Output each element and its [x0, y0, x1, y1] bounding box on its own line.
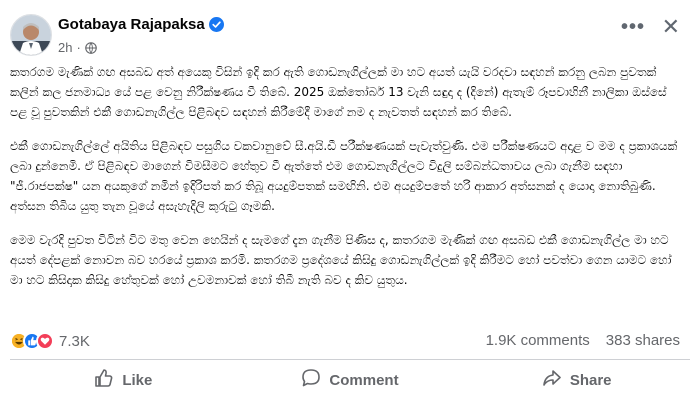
post-paragraph: කතරගම මැණික් ගඟ අසබඩ අත් අයෙකු විසින් ඉද… [10, 65, 667, 119]
thumbs-up-icon [94, 368, 114, 392]
more-options-icon[interactable]: ••• [621, 16, 645, 39]
shares-count[interactable]: 383 shares [606, 332, 680, 349]
comment-button[interactable]: Comment [237, 362, 464, 398]
author-avatar[interactable] [10, 14, 52, 56]
post-card: Gotabaya Rajapaksa 2h · ••• ✕ කතරගම මැණි… [0, 0, 700, 400]
share-label: Share [569, 371, 612, 389]
comment-bubble-icon [301, 368, 321, 392]
action-bar: Like Comment Share [10, 362, 690, 398]
author-name[interactable]: Gotabaya Rajapaksa [58, 16, 205, 33]
public-globe-icon [85, 41, 97, 54]
meta-separator: · [76, 40, 81, 55]
post-header: Gotabaya Rajapaksa 2h · ••• ✕ [10, 14, 700, 60]
share-button[interactable]: Share [463, 362, 690, 398]
reactions-summary: 7.3K 1.9K comments 383 shares [10, 330, 690, 354]
post-meta: 2h · [58, 40, 97, 55]
like-button[interactable]: Like [10, 362, 237, 398]
verified-badge-icon [208, 17, 224, 32]
love-icon [36, 332, 54, 350]
divider [10, 359, 690, 360]
author-name-row: Gotabaya Rajapaksa [58, 16, 224, 33]
post-paragraph: මෙම වැරදි පුවත විටින් විට මතු වෙන හෙයින්… [10, 233, 672, 287]
comment-label: Comment [329, 371, 399, 389]
share-arrow-icon [542, 368, 562, 392]
close-icon[interactable]: ✕ [662, 14, 680, 40]
engagement-counts: 1.9K comments 383 shares [486, 332, 680, 349]
post-time[interactable]: 2h [58, 40, 72, 55]
comments-count[interactable]: 1.9K comments [486, 332, 590, 349]
post-paragraph: එකී ගොඩනැගිල්ලේ අයිතිය පිළිබඳව පසුගිය වක… [10, 139, 678, 213]
post-body: කතරගම මැණික් ගඟ අසබඩ අත් අයෙකු විසින් ඉද… [10, 62, 678, 304]
like-label: Like [122, 371, 153, 389]
reaction-count: 7.3K [59, 332, 90, 350]
reaction-icons[interactable]: 7.3K [10, 332, 90, 350]
